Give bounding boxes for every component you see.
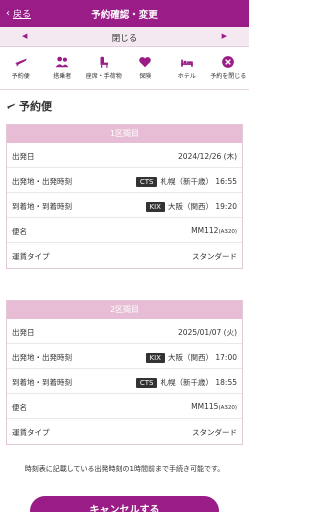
city-name: 大阪（関西） [167, 353, 213, 362]
row-value: MM115(A320) [191, 402, 237, 411]
airport-code-badge: CTS [135, 378, 158, 388]
nav-item-label: 搭乗者 [53, 73, 72, 80]
people-icon [42, 54, 84, 72]
segment-card: 2区間目 出発日 2025/01/07 (火) 出発地・出発時刻 KIX 大阪（関… [6, 300, 243, 445]
bed-icon [166, 54, 208, 72]
page-title: 予約確認・変更 [91, 10, 158, 21]
row-arrival: 到着地・到着時刻 KIX 大阪（関西） 19:20 [7, 193, 242, 218]
row-value: スタンダード [192, 252, 237, 261]
time-value: 16:55 [215, 177, 237, 186]
aircraft-type: (A320) [218, 229, 237, 235]
nav-item-label: 予約便 [11, 73, 30, 80]
section-title: 予約便 [6, 98, 52, 114]
row-label: 出発地・出発時刻 [12, 353, 72, 362]
time-value: 17:00 [215, 353, 237, 362]
seat-icon [83, 54, 125, 72]
time-value: 19:20 [215, 202, 237, 211]
row-label: 到着地・到着時刻 [12, 378, 72, 387]
nav-item-hotel[interactable]: ホテル [166, 48, 208, 89]
segment-card: 1区間目 出発日 2024/12/26 (木) 出発地・出発時刻 CTS 札幌（新… [6, 124, 243, 269]
plane-icon [0, 54, 42, 72]
plane-icon [6, 103, 16, 110]
row-label: 出発日 [12, 152, 35, 161]
nav-item-flights[interactable]: 予約便 [0, 48, 42, 89]
row-label: 運賃タイプ [12, 428, 50, 437]
row-value: 2024/12/26 (木) [178, 152, 237, 161]
city-name: 大阪（関西） [167, 202, 213, 211]
row-label: 運賃タイプ [12, 252, 50, 261]
row-label: 到着地・到着時刻 [12, 202, 72, 211]
close-circle-icon [208, 54, 250, 72]
nav-item-seats-baggage[interactable]: 座席・手荷物 [83, 48, 125, 89]
row-value: CTS 札幌（新千歳） 16:55 [135, 176, 237, 187]
nav-item-insurance[interactable]: 保険 [125, 48, 167, 89]
airport-code-badge: CTS [135, 177, 158, 187]
cancel-button[interactable]: キャンセルする [30, 496, 219, 512]
city-name: 札幌（新千歳） [160, 177, 213, 186]
airport-code-badge: KIX [145, 353, 165, 363]
row-departure: 出発地・出発時刻 KIX 大阪（関西） 17:00 [7, 344, 242, 369]
row-departure-date: 出発日 2024/12/26 (木) [7, 143, 242, 168]
heart-icon [125, 54, 167, 72]
row-value: KIX 大阪（関西） 19:20 [145, 201, 237, 212]
nav-item-label: 座席・手荷物 [85, 73, 122, 80]
row-arrival: 到着地・到着時刻 CTS 札幌（新千歳） 18:55 [7, 369, 242, 394]
flight-number: MM112 [191, 226, 219, 235]
nav-item-passengers[interactable]: 搭乗者 [42, 48, 84, 89]
row-flight-number: 便名 MM115(A320) [7, 394, 242, 419]
row-departure-date: 出発日 2025/01/07 (火) [7, 319, 242, 344]
nav-item-label: ホテル [177, 73, 196, 80]
row-fare-type: 運賃タイプ スタンダード [7, 243, 242, 268]
segment-header: 1区間目 [7, 125, 242, 143]
reservation-menu: 予約便 搭乗者 座席・手荷物 保険 ホテル 予約を閉じる [0, 48, 249, 90]
airport-code-badge: KIX [145, 202, 165, 212]
row-label: 便名 [12, 403, 27, 412]
nav-item-close-reservation[interactable]: 予約を閉じる [208, 48, 250, 89]
row-value: 2025/01/07 (火) [178, 328, 237, 337]
segment-header: 2区間目 [7, 301, 242, 319]
row-label: 出発日 [12, 328, 35, 337]
row-value: スタンダード [192, 428, 237, 437]
row-flight-number: 便名 MM112(A320) [7, 218, 242, 243]
time-value: 18:55 [215, 378, 237, 387]
row-value: CTS 札幌（新千歳） 18:55 [135, 377, 237, 388]
row-value: KIX 大阪（関西） 17:00 [145, 352, 237, 363]
city-name: 札幌（新千歳） [160, 378, 213, 387]
aircraft-type: (A320) [218, 405, 237, 411]
section-title-text: 予約便 [19, 100, 52, 113]
nav-item-label: 予約を閉じる [210, 73, 247, 80]
close-menu-bar[interactable]: ◀ 閉じる ▶ [0, 27, 249, 47]
row-fare-type: 運賃タイプ スタンダード [7, 419, 242, 444]
row-value: MM112(A320) [191, 226, 237, 235]
row-departure: 出発地・出発時刻 CTS 札幌（新千歳） 16:55 [7, 168, 242, 193]
row-label: 便名 [12, 227, 27, 236]
nav-item-label: 保険 [139, 73, 152, 80]
deadline-note: 時刻表に記載している出発時刻の1時間前まで手続き可能です。 [24, 465, 225, 473]
close-menu-label: 閉じる [111, 34, 138, 44]
arrow-right-icon: ▶ [221, 32, 227, 40]
row-label: 出発地・出発時刻 [12, 177, 72, 186]
app-header: ‹ 戻る 予約確認・変更 [0, 0, 249, 27]
flight-number: MM115 [191, 402, 219, 411]
